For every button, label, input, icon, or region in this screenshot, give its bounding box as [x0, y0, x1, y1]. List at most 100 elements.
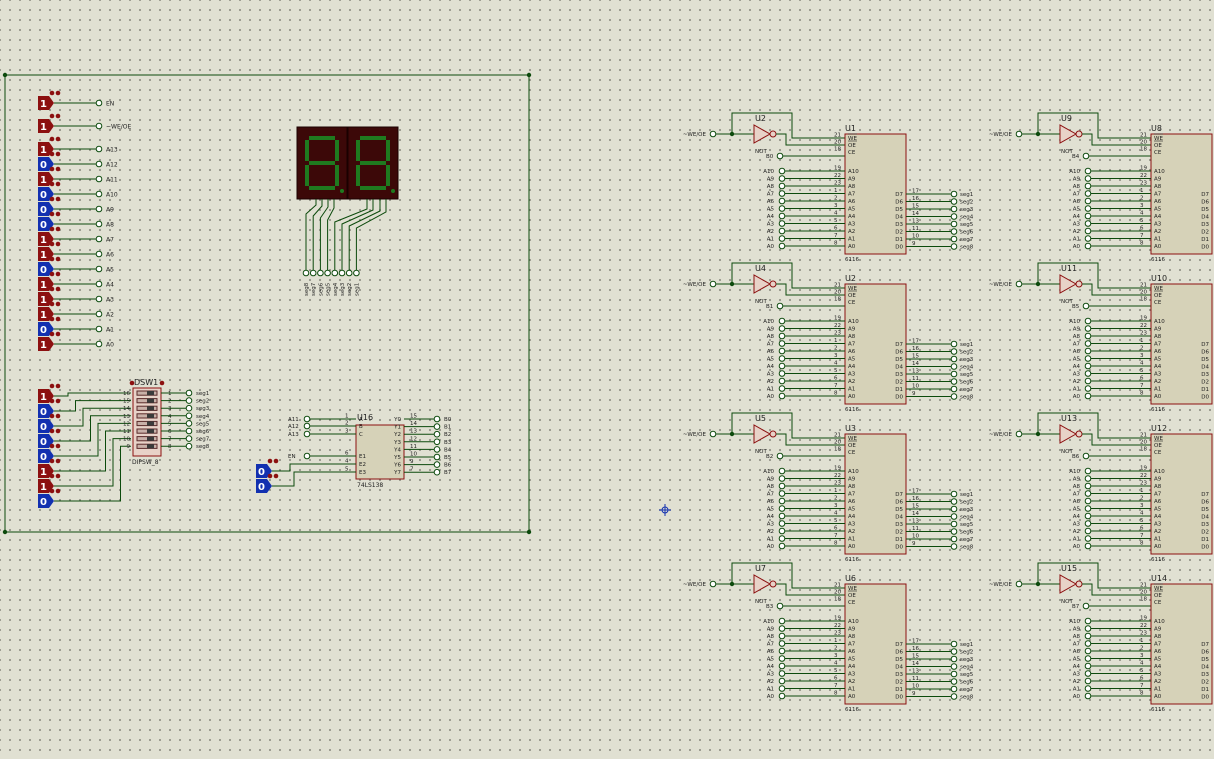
- net-terminal[interactable]: [709, 580, 717, 588]
- net-terminal[interactable]: [1084, 662, 1092, 670]
- not-gate-body[interactable]: [753, 424, 772, 444]
- toggle-handle-icon[interactable]: [55, 256, 61, 262]
- net-terminal[interactable]: [433, 438, 441, 446]
- toggle-handle-icon[interactable]: [273, 473, 279, 479]
- net-terminal[interactable]: [778, 490, 786, 497]
- toggle-handle-icon[interactable]: [55, 443, 61, 449]
- net-terminal[interactable]: [778, 340, 786, 347]
- toggle-handle-icon[interactable]: [49, 383, 55, 389]
- dip-switch-lever[interactable]: [147, 391, 154, 396]
- toggle-handle-icon[interactable]: [55, 473, 61, 479]
- toggle-handle-icon[interactable]: [55, 113, 61, 119]
- net-terminal[interactable]: [776, 302, 784, 310]
- net-terminal[interactable]: [778, 640, 786, 647]
- net-terminal[interactable]: [950, 535, 958, 543]
- toggle-handle-icon[interactable]: [49, 151, 55, 157]
- net-terminal[interactable]: [433, 461, 441, 468]
- not-gate-bubble[interactable]: [769, 580, 777, 588]
- dip-switch-lever[interactable]: [147, 398, 154, 403]
- not-gate-bubble[interactable]: [769, 280, 777, 288]
- net-terminal[interactable]: [1082, 452, 1090, 460]
- net-terminal[interactable]: [950, 528, 958, 535]
- net-terminal[interactable]: [1084, 167, 1092, 175]
- net-terminal[interactable]: [95, 295, 103, 303]
- not-gate-body[interactable]: [753, 124, 772, 144]
- net-terminal[interactable]: [778, 467, 786, 475]
- toggle-handle-icon[interactable]: [55, 90, 61, 96]
- net-terminal[interactable]: [1084, 625, 1092, 632]
- net-terminal[interactable]: [185, 397, 193, 404]
- toggle-handle-icon[interactable]: [49, 413, 55, 419]
- net-terminal[interactable]: [778, 527, 786, 535]
- not-gate-icon[interactable]: U9NOT: [1059, 114, 1083, 155]
- net-terminal[interactable]: [1084, 520, 1092, 527]
- net-terminal[interactable]: [950, 348, 958, 355]
- net-terminal[interactable]: [778, 332, 786, 340]
- net-terminal[interactable]: [1084, 242, 1092, 250]
- net-terminal[interactable]: [950, 685, 958, 693]
- toggle-handle-icon[interactable]: [55, 458, 61, 464]
- net-terminal[interactable]: [95, 325, 103, 333]
- net-terminal[interactable]: [1084, 670, 1092, 677]
- toggle-handle-icon[interactable]: [49, 331, 55, 337]
- toggle-handle-icon[interactable]: [49, 316, 55, 322]
- toggle-handle-icon[interactable]: [55, 166, 61, 172]
- net-terminal[interactable]: [950, 385, 958, 393]
- toggle-handle-icon[interactable]: [49, 211, 55, 217]
- net-terminal[interactable]: [309, 269, 317, 277]
- not-gate-body[interactable]: [1059, 274, 1078, 294]
- input-row-en[interactable]: 1 EN: [38, 90, 114, 110]
- net-terminal[interactable]: [1084, 205, 1092, 212]
- not-gate-body[interactable]: [753, 574, 772, 594]
- net-terminal[interactable]: [950, 198, 958, 205]
- not-gate-body[interactable]: [1059, 424, 1078, 444]
- net-terminal[interactable]: [776, 602, 784, 610]
- net-terminal[interactable]: [185, 442, 193, 450]
- net-terminal[interactable]: [1084, 692, 1092, 700]
- net-terminal[interactable]: [433, 446, 441, 453]
- toggle-handle-icon[interactable]: [49, 443, 55, 449]
- schematic-sheet[interactable]: 1 EN 1 ~WE/OE 1 A13 0 A12 1 A11 0 A10 0 A9 0 A8 1 A7 1 A6 0 A…: [0, 0, 1214, 759]
- toggle-handle-icon[interactable]: [49, 301, 55, 307]
- net-terminal[interactable]: [778, 692, 786, 700]
- net-terminal[interactable]: [1084, 197, 1092, 205]
- net-terminal[interactable]: [1084, 227, 1092, 235]
- net-terminal[interactable]: [778, 197, 786, 205]
- toggle-handle-icon[interactable]: [49, 196, 55, 202]
- dip-switch-lever[interactable]: [147, 413, 154, 418]
- net-terminal[interactable]: [709, 280, 717, 288]
- net-terminal[interactable]: [950, 655, 958, 663]
- net-terminal[interactable]: [950, 670, 958, 678]
- net-terminal[interactable]: [778, 325, 786, 332]
- toggle-handle-icon[interactable]: [49, 226, 55, 232]
- net-terminal[interactable]: [303, 422, 311, 430]
- net-terminal[interactable]: [303, 452, 311, 460]
- net-terminal[interactable]: [433, 468, 441, 476]
- toggle-handle-icon[interactable]: [55, 241, 61, 247]
- dipsw8-component[interactable]: DSW1 DIPSW_8 16 1514 1312 11 109 1 seg1 2 seg2 3 seg…: [123, 378, 210, 466]
- net-terminal[interactable]: [1084, 212, 1092, 220]
- dip-switch-lever[interactable]: [147, 436, 154, 441]
- net-terminal[interactable]: [950, 378, 958, 385]
- net-terminal[interactable]: [1015, 430, 1023, 438]
- net-terminal[interactable]: [778, 535, 786, 542]
- net-terminal[interactable]: [1082, 602, 1090, 610]
- net-terminal[interactable]: [1084, 647, 1092, 655]
- not-gate-icon[interactable]: U7NOT: [753, 564, 777, 605]
- net-terminal[interactable]: [776, 152, 784, 160]
- toggle-handle-icon[interactable]: [49, 113, 55, 119]
- toggle-handle-icon[interactable]: [55, 398, 61, 404]
- net-terminal[interactable]: [950, 513, 958, 520]
- schematic-canvas[interactable]: 1 EN1 ~WE/OE1 A130 A121 A110 A100 A90 A81 A71 A60 A…: [0, 0, 1214, 759]
- net-terminal[interactable]: [1084, 490, 1092, 497]
- net-terminal[interactable]: [331, 269, 339, 277]
- not-gate-body[interactable]: [753, 274, 772, 294]
- net-terminal[interactable]: [1084, 347, 1092, 355]
- net-terminal[interactable]: [1084, 542, 1092, 550]
- net-terminal[interactable]: [1084, 175, 1092, 182]
- net-terminal[interactable]: [778, 625, 786, 632]
- net-terminal[interactable]: [778, 505, 786, 512]
- net-terminal[interactable]: [778, 670, 786, 677]
- net-terminal[interactable]: [778, 235, 786, 242]
- net-terminal[interactable]: [1084, 325, 1092, 332]
